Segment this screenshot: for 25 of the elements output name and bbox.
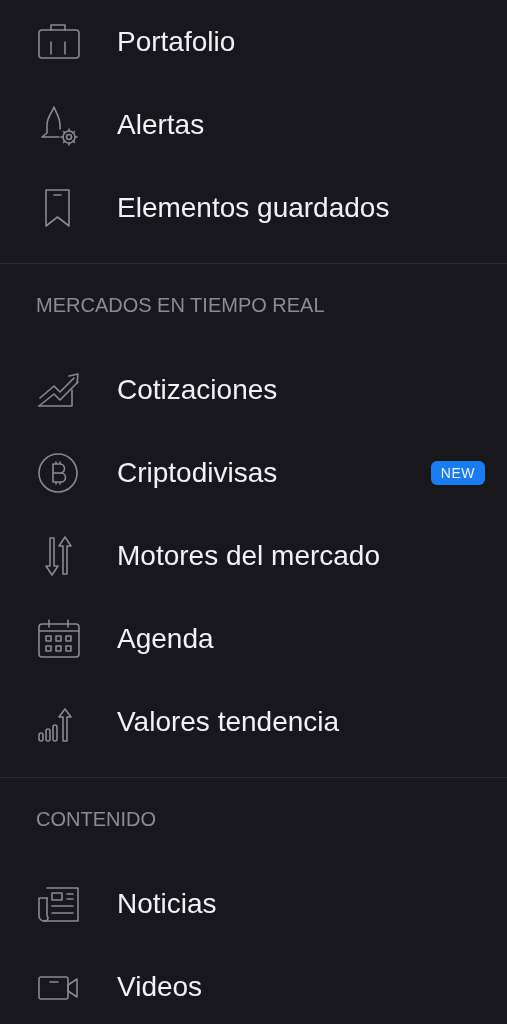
section-header: MERCADOS EN TIEMPO REAL: [35, 293, 326, 318]
menu-item-label: Motores del mercado: [117, 539, 381, 572]
menu-item[interactable]: Agenda: [0, 597, 507, 680]
menu-item[interactable]: Valores tendencia: [0, 680, 507, 763]
menu-item[interactable]: Portafolio: [0, 0, 507, 83]
menu-item[interactable]: Noticias: [0, 862, 507, 945]
menu-item-label: Agenda: [117, 622, 215, 655]
calendar-icon: [36, 616, 80, 661]
menu-item[interactable]: Alertas: [0, 83, 507, 166]
menu-item[interactable]: Videos: [0, 945, 507, 1024]
menu-item-label: Portafolio: [117, 25, 237, 58]
section-header: CONTENIDO: [35, 807, 157, 832]
menu-item-label: Criptodivisas: [117, 456, 279, 489]
menu-item-label: Noticias: [117, 887, 218, 920]
menu-item-label: Cotizaciones: [117, 373, 279, 406]
menu-item[interactable]: Motores del mercado: [0, 514, 507, 597]
menu-item[interactable]: Criptodivisas NEW: [0, 431, 507, 514]
menu-item-label: Valores tendencia: [117, 705, 341, 738]
menu-item-label: Elementos guardados: [117, 191, 391, 224]
menu-item-label: Alertas: [117, 108, 206, 141]
menu-item[interactable]: Elementos guardados: [0, 166, 507, 249]
new-badge: NEW: [430, 460, 485, 485]
bitcoin-icon: [36, 450, 80, 495]
menu-item[interactable]: Cotizaciones: [0, 348, 507, 431]
menu-item-label: Videos: [117, 970, 204, 1003]
